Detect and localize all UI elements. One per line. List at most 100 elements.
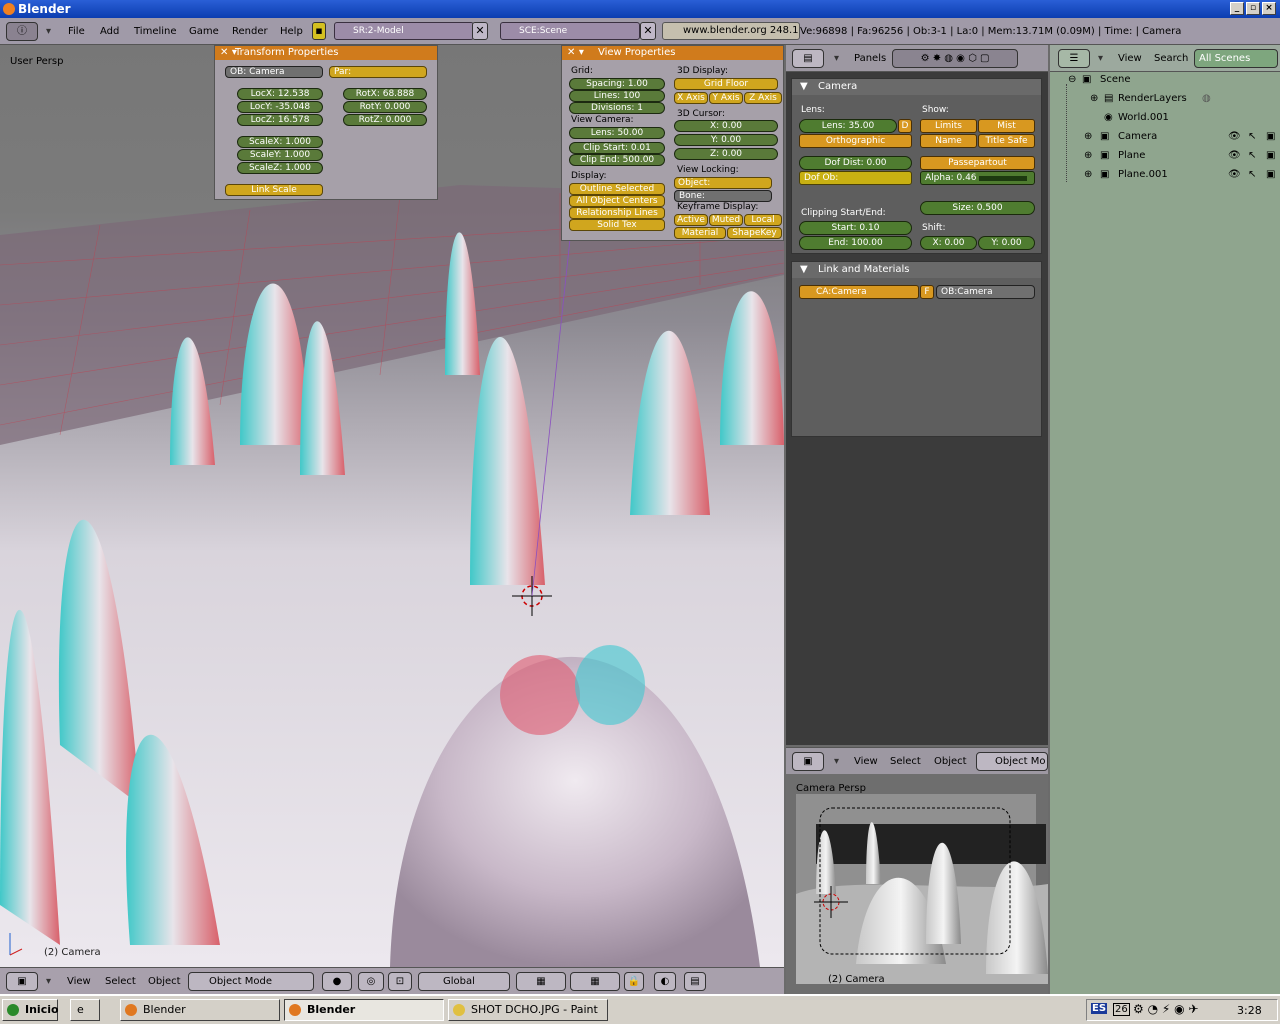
limits-toggle[interactable]: Limits	[920, 119, 977, 133]
orthographic-toggle[interactable]: Orthographic	[799, 134, 912, 148]
scene-selector[interactable]: SCE:Scene	[500, 22, 640, 40]
mode-selector[interactable]: Object Mode	[188, 972, 314, 991]
menu-add[interactable]: Add	[100, 26, 119, 37]
outliner-item-world[interactable]: ◉ World.001	[1050, 112, 1280, 131]
kf-material-toggle[interactable]: Material	[674, 227, 726, 239]
scene-filter-selector[interactable]: All Scenes	[1194, 49, 1278, 68]
screen-selector[interactable]: SR:2-Model	[334, 22, 474, 40]
info-window-type-icon[interactable]: ⓘ	[6, 22, 38, 41]
delete-scene-button[interactable]: ✕	[640, 22, 656, 40]
z-axis-toggle[interactable]: Z Axis	[744, 92, 782, 104]
3d-viewport[interactable]: User Persp (2) Camera ✕ ▾ Transform Prope…	[0, 45, 784, 967]
visibility-eye-icon[interactable]: 👁	[1228, 169, 1241, 180]
layers-row-1[interactable]: ▦	[516, 972, 566, 991]
dof-dist-field[interactable]: Dof Dist: 0.00	[799, 156, 912, 170]
maximize-button[interactable]: ▫	[1246, 2, 1260, 15]
loc-z-field[interactable]: LocZ: 16.578	[237, 114, 323, 126]
render-preview-icon[interactable]: ◐	[654, 972, 676, 991]
close-panel-icon[interactable]: ✕ ▾	[220, 46, 237, 60]
link-scale-button[interactable]: Link Scale	[225, 184, 323, 196]
pivot-icon[interactable]: ◎	[358, 972, 384, 991]
view-lens-field[interactable]: Lens: 50.00	[569, 127, 665, 139]
window-type-icon[interactable]: ▣	[6, 972, 38, 991]
grid-lines-field[interactable]: Lines: 100	[569, 90, 665, 102]
delete-screen-button[interactable]: ✕	[472, 22, 488, 40]
alpha-slider[interactable]: Alpha: 0.46	[920, 171, 1035, 185]
screen-icon[interactable]: ▪	[312, 22, 326, 40]
vp-menu-select[interactable]: Select	[105, 976, 136, 987]
object-link-field[interactable]: OB:Camera	[936, 285, 1035, 299]
quicklaunch-ie-icon[interactable]: e	[70, 999, 100, 1021]
menu-help[interactable]: Help	[280, 26, 303, 37]
clip-start-field[interactable]: Start: 0.10	[799, 221, 912, 235]
transform-panel-header[interactable]: ✕ ▾ Transform Properties	[215, 46, 437, 60]
visibility-eye-icon[interactable]: 👁	[1228, 150, 1241, 161]
camera-viewport[interactable]: Camera Persp (2) Camera	[786, 774, 1048, 994]
task-paint[interactable]: SHOT DCHO.JPG - Paint	[448, 999, 608, 1021]
menu-game[interactable]: Game	[189, 26, 219, 37]
menu-timeline[interactable]: Timeline	[134, 26, 177, 37]
language-indicator[interactable]: ES	[1091, 1003, 1108, 1014]
window-type-icon[interactable]: ▤	[792, 49, 824, 68]
mist-toggle[interactable]: Mist	[978, 119, 1035, 133]
tray-number-icon[interactable]: 26	[1113, 1003, 1130, 1016]
cam-menu-object[interactable]: Object	[934, 756, 967, 767]
outliner-menu-search[interactable]: Search	[1154, 53, 1188, 64]
vp-menu-object[interactable]: Object	[148, 976, 181, 987]
vp-menu-view[interactable]: View	[67, 976, 91, 987]
rot-x-field[interactable]: RotX: 68.888	[343, 88, 427, 100]
lens-field[interactable]: Lens: 35.00	[799, 119, 897, 133]
cursor-y-field[interactable]: Y: 0.00	[674, 134, 778, 146]
grid-spacing-field[interactable]: Spacing: 1.00	[569, 78, 665, 90]
cursor-z-field[interactable]: Z: 0.00	[674, 148, 778, 160]
outliner-item-plane[interactable]: ⊕ ▣ Plane 👁 ↖ ▣	[1050, 150, 1280, 169]
loc-x-field[interactable]: LocX: 12.538	[237, 88, 323, 100]
shift-y-field[interactable]: Y: 0.00	[978, 236, 1035, 250]
collapse-menu-icon[interactable]: ▾	[46, 976, 51, 987]
render-icon[interactable]: ▤	[684, 972, 706, 991]
minimize-button[interactable]: _	[1230, 2, 1244, 15]
cam-menu-select[interactable]: Select	[890, 756, 921, 767]
loc-y-field[interactable]: LocY: -35.048	[237, 101, 323, 113]
kf-shapekey-toggle[interactable]: ShapeKey	[727, 227, 782, 239]
outliner-item-scene[interactable]: ⊖ ▣ Scene	[1050, 74, 1280, 93]
title-safe-toggle[interactable]: Title Safe	[978, 134, 1035, 148]
camera-panel-header[interactable]: ▼ Camera	[792, 79, 1041, 95]
menu-file[interactable]: File	[68, 26, 85, 37]
lock-icon[interactable]: 🔒	[624, 972, 644, 991]
dof-object-field[interactable]: Dof Ob:	[799, 171, 912, 185]
blender-url[interactable]: www.blender.org 248.1	[662, 22, 800, 40]
layers-row-2[interactable]: ▦	[570, 972, 620, 991]
size-field[interactable]: Size: 0.500	[920, 201, 1035, 215]
rot-z-field[interactable]: RotZ: 0.000	[343, 114, 427, 126]
orientation-selector[interactable]: Global	[418, 972, 510, 991]
collapse-menu-icon[interactable]: ▾	[834, 756, 839, 767]
relationship-lines-toggle[interactable]: Relationship Lines	[569, 207, 665, 219]
task-blender-1[interactable]: Blender	[120, 999, 280, 1021]
outliner-menu-view[interactable]: View	[1118, 53, 1142, 64]
parent-field[interactable]: Par:	[329, 66, 427, 78]
camera-datablock-field[interactable]: CA:Camera	[799, 285, 919, 299]
lock-bone-field[interactable]: Bone:	[674, 190, 772, 202]
x-axis-toggle[interactable]: X Axis	[674, 92, 708, 104]
outliner-item-camera[interactable]: ⊕ ▣ Camera 👁 ↖ ▣	[1050, 131, 1280, 150]
shift-x-field[interactable]: X: 0.00	[920, 236, 977, 250]
render-camera-icon[interactable]: ▣	[1266, 150, 1275, 161]
passepartout-toggle[interactable]: Passepartout	[920, 156, 1035, 170]
outliner-type-icon[interactable]: ☰	[1058, 49, 1090, 68]
start-button[interactable]: Inicio	[2, 999, 59, 1021]
solid-tex-toggle[interactable]: Solid Tex	[569, 219, 665, 231]
view-panel-header[interactable]: ✕ ▾ View Properties	[562, 46, 783, 60]
render-camera-icon[interactable]: ▣	[1266, 169, 1275, 180]
context-tabs[interactable]: ⚙ ✸ ◍ ◉ ⬡ ▢	[892, 49, 1018, 68]
y-axis-toggle[interactable]: Y Axis	[709, 92, 743, 104]
render-camera-icon[interactable]: ▣	[1266, 131, 1275, 142]
grid-divisions-field[interactable]: Divisions: 1	[569, 102, 665, 114]
select-arrow-icon[interactable]: ↖	[1248, 150, 1256, 161]
lens-degrees-toggle[interactable]: D	[898, 119, 912, 133]
link-panel-header[interactable]: ▼ Link and Materials	[792, 262, 1041, 278]
draw-type-icon[interactable]: ●	[322, 972, 352, 991]
collapse-menu-icon[interactable]: ▾	[834, 53, 839, 64]
lock-object-field[interactable]: Object:	[674, 177, 772, 189]
kf-local-toggle[interactable]: Local	[744, 214, 782, 226]
